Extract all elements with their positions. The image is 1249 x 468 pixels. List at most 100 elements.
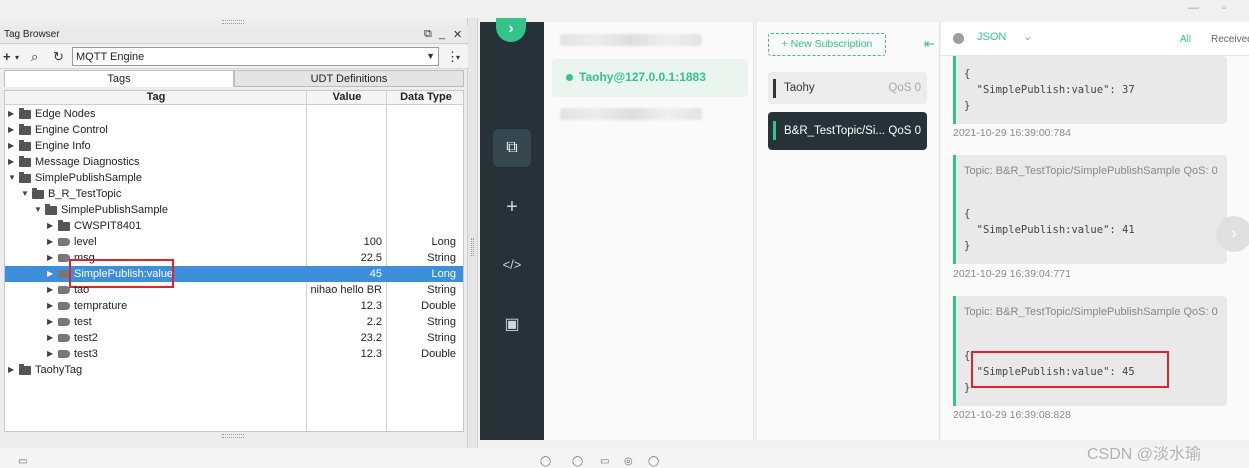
add-tag-icon[interactable]: +	[3, 49, 11, 64]
tag-data-type: String	[427, 316, 456, 328]
new-subscription-label: New Subscription	[790, 38, 873, 50]
tag-value: 12.3	[360, 348, 382, 360]
table-row[interactable]: ▶ temprature 12.3 Double	[5, 298, 463, 314]
filter-all[interactable]: All	[1180, 34, 1191, 45]
table-row[interactable]: ▶ test 2.2 String	[5, 314, 463, 330]
connections-nav-icon[interactable]: ⧉	[493, 129, 531, 167]
bottom-icon[interactable]: ◯	[648, 456, 659, 467]
tab-udt-definitions[interactable]: UDT Definitions	[234, 70, 464, 87]
tag-browser-tabs: Tags UDT Definitions	[4, 70, 464, 87]
new-connection-icon[interactable]: +	[493, 188, 531, 226]
mqttx-logo: ›	[496, 18, 526, 42]
log-icon[interactable]: ▣	[493, 306, 531, 344]
table-row[interactable]: ▶ Message Diagnostics	[5, 154, 463, 170]
folder-icon	[19, 364, 31, 375]
table-row[interactable]: ▶ Edge Nodes	[5, 106, 463, 122]
folder-icon	[19, 140, 31, 151]
column-header-data-type[interactable]: Data Type	[387, 91, 463, 104]
table-row[interactable]: ▶ tao nihao hello BR String	[5, 282, 463, 298]
bottom-icon[interactable]: ▭	[600, 456, 609, 467]
expand-icon[interactable]: ▶	[47, 218, 53, 234]
collapse-icon[interactable]: ▼	[8, 170, 16, 186]
message-toolbar: JSON ⌄ All Received	[941, 22, 1249, 56]
payload-close: }	[964, 100, 971, 112]
message-topic: Topic: B&R_TestTopic/SimplePublishSample…	[964, 306, 1218, 318]
minimize-icon[interactable]: —	[1188, 2, 1199, 14]
drag-grip[interactable]	[222, 20, 244, 24]
expand-icon[interactable]: ▶	[47, 330, 53, 346]
table-row[interactable]: ▼ SimplePublishSample	[5, 202, 463, 218]
table-row[interactable]: ▼ B_R_TestTopic	[5, 186, 463, 202]
refresh-icon[interactable]: ↻	[53, 49, 64, 65]
float-icon[interactable]: ⧉	[424, 28, 432, 41]
tag-provider-select[interactable]: MQTT Engine ▼	[72, 47, 439, 66]
column-header-tag[interactable]: Tag	[5, 91, 307, 104]
tab-tags[interactable]: Tags	[4, 70, 234, 87]
bottom-icon[interactable]: ▭	[18, 456, 27, 467]
table-row[interactable]: ▶ Engine Control	[5, 122, 463, 138]
expand-icon[interactable]: ▶	[47, 250, 53, 266]
scroll-next-button[interactable]: ›	[1216, 216, 1249, 252]
bottom-icon[interactable]: ◎	[624, 456, 633, 467]
expand-icon[interactable]: ▶	[47, 314, 53, 330]
tag-name: test2	[74, 332, 98, 344]
splitter[interactable]	[468, 18, 478, 448]
message-card: { "SimplePublish:value": 37 }	[953, 56, 1227, 124]
expand-icon[interactable]: ▶	[8, 122, 14, 138]
tag-icon	[58, 334, 70, 342]
column-header-value[interactable]: Value	[307, 91, 387, 104]
subscription-item[interactable]: Taohy QoS 0	[768, 72, 927, 104]
collapse-icon[interactable]: ▼	[21, 186, 29, 202]
message-payload: "SimplePublish:value": 37	[964, 84, 1135, 96]
expand-icon[interactable]: ▶	[47, 266, 53, 282]
bottom-icon[interactable]: ◯	[540, 456, 551, 467]
minimize-panel-icon[interactable]: _	[439, 28, 445, 40]
more-dropdown-icon[interactable]: ▾	[456, 53, 460, 62]
table-row[interactable]: ▶ TaohyTag	[5, 362, 463, 378]
tag-browser-toolbar: + ▾ ⌕ ↻ MQTT Engine ▼ ⋮ ▾	[0, 45, 468, 69]
tag-value: 12.3	[360, 300, 382, 312]
tag-name: Edge Nodes	[35, 108, 96, 120]
tag-data-type: String	[427, 284, 456, 296]
collapse-icon[interactable]: ▼	[34, 202, 42, 218]
maximize-icon[interactable]: ▫	[1222, 2, 1226, 14]
subscription-qos: QoS 0	[888, 125, 921, 137]
table-row[interactable]: ▶ CWSPIT8401	[5, 218, 463, 234]
expand-icon[interactable]: ▶	[8, 362, 14, 378]
tag-name: Message Diagnostics	[35, 156, 140, 168]
add-dropdown-icon[interactable]: ▾	[15, 53, 19, 62]
connection-item[interactable]: Taohy@127.0.0.1:1883	[552, 59, 748, 97]
expand-icon[interactable]: ▶	[47, 234, 53, 250]
payload-format-select[interactable]: JSON	[977, 31, 1006, 43]
table-row[interactable]: ▼ SimplePublishSample	[5, 170, 463, 186]
close-icon[interactable]: ✕	[453, 28, 462, 41]
expand-icon[interactable]: ▶	[8, 106, 14, 122]
subscription-color-bar	[773, 121, 776, 140]
tag-browser-panel: Tag Browser ⧉ _ ✕ + ▾ ⌕ ↻ MQTT Engine ▼ …	[0, 18, 468, 448]
mqttx-sidebar: › ⧉ + </> ▣	[480, 18, 544, 440]
expand-icon[interactable]: ▶	[8, 138, 14, 154]
script-icon[interactable]: </>	[493, 246, 531, 284]
table-row[interactable]: ▶ test2 23.2 String	[5, 330, 463, 346]
chevron-down-icon[interactable]: ⌄	[1023, 30, 1032, 43]
collapse-panel-icon[interactable]: ⇤	[924, 36, 935, 52]
new-subscription-button[interactable]: + New Subscription	[768, 33, 886, 56]
table-row[interactable]: ▶ test3 12.3 Double	[5, 346, 463, 362]
message-time: 2021-10-29 16:39:04:771	[953, 268, 1071, 280]
drag-grip[interactable]	[222, 434, 244, 438]
search-icon[interactable]: ⌕	[31, 49, 38, 65]
expand-icon[interactable]: ▶	[47, 282, 53, 298]
tag-name: Engine Info	[35, 140, 91, 152]
expand-icon[interactable]: ▶	[47, 298, 53, 314]
subscription-item-active[interactable]: B&R_TestTopic/Si... QoS 0	[768, 112, 927, 150]
payload-open: {	[964, 350, 971, 362]
table-row[interactable]: ▶ level 100 Long	[5, 234, 463, 250]
bottom-icon[interactable]: ◯	[572, 456, 583, 467]
filter-received[interactable]: Received	[1211, 34, 1249, 45]
table-row[interactable]: ▶ Engine Info	[5, 138, 463, 154]
expand-icon[interactable]: ▶	[8, 154, 14, 170]
tag-value: 22.5	[360, 252, 382, 264]
tag-browser-titlebar: Tag Browser ⧉ _ ✕	[0, 26, 468, 44]
expand-icon[interactable]: ▶	[47, 346, 53, 362]
panel-title: Tag Browser	[4, 29, 60, 40]
